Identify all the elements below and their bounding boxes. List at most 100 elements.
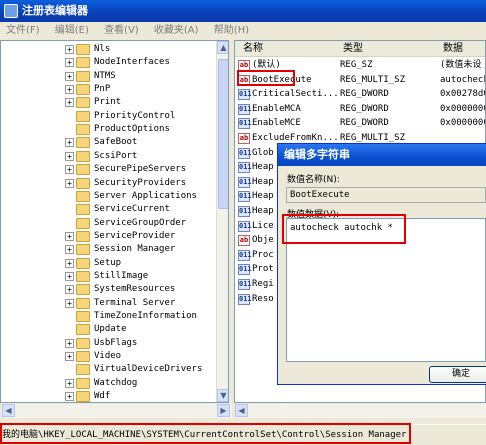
dialog-title[interactable]: 编辑多字符串 <box>278 144 486 166</box>
tree-item[interactable]: + Video <box>1 350 215 363</box>
value-name: EnableMCA <box>252 103 301 114</box>
menu-edit[interactable]: 编辑(E) <box>55 22 89 39</box>
expand-icon[interactable]: + <box>65 338 74 348</box>
tree-item[interactable]: + UsbFlags <box>1 337 215 350</box>
expand-icon[interactable]: + <box>65 271 74 281</box>
tree-item-label: SystemResources <box>94 284 176 295</box>
tree-item-label: ServiceGroupOrder <box>94 217 187 228</box>
expand-icon[interactable]: + <box>65 258 74 268</box>
scroll-left-button[interactable]: ◀ <box>2 404 15 417</box>
tree-item[interactable]: ProductOptions <box>1 123 215 136</box>
tree-item[interactable]: + NTMS <box>1 70 215 83</box>
menu-file[interactable]: 文件(F) <box>6 22 40 39</box>
scroll-up-button[interactable]: ▲ <box>217 41 228 54</box>
tree-item[interactable]: Server Applications <box>1 190 215 203</box>
binary-value-icon: 011 <box>238 279 252 290</box>
expand-icon[interactable]: + <box>65 98 74 108</box>
expand-icon[interactable]: + <box>65 245 74 255</box>
title-bar[interactable]: 注册表编辑器 <box>0 0 486 22</box>
menu-favorites[interactable]: 收藏夹(A) <box>154 22 199 39</box>
expand-icon[interactable]: + <box>65 165 74 175</box>
expand-icon[interactable]: + <box>65 298 74 308</box>
tree-item[interactable]: + SystemResources <box>1 283 215 296</box>
folder-icon <box>76 311 90 322</box>
tree-item[interactable]: + Nls <box>1 43 215 56</box>
tree-item[interactable]: ServiceCurrent <box>1 203 215 216</box>
value-data: autocheck <box>440 74 486 85</box>
expand-icon[interactable]: + <box>65 85 74 95</box>
tree-horizontal-scrollbar[interactable]: ◀ ▶ <box>2 404 232 418</box>
value-row[interactable]: 011 EnableMCA REG_DWORD 0x0000000 <box>235 102 485 117</box>
expand-icon[interactable]: + <box>65 138 74 148</box>
key-tree-pane[interactable]: + Nls + NodeInterfaces + NTMS + PnP + Print Priori… <box>0 40 229 403</box>
folder-icon <box>76 124 90 136</box>
string-value-icon: ab <box>238 133 250 144</box>
value-name: Lice <box>252 220 274 231</box>
expand-icon[interactable]: + <box>65 231 74 241</box>
tree-item[interactable]: + Setup <box>1 257 215 270</box>
folder-icon <box>76 391 90 402</box>
list-horizontal-scrollbar[interactable]: ◀ <box>235 404 486 418</box>
tree-item-label: Video <box>94 351 122 362</box>
tree-item[interactable]: VirtualDeviceDrivers <box>1 363 215 376</box>
scroll-down-button[interactable]: ▼ <box>217 389 228 402</box>
tree-item-label: StillImage <box>94 270 149 281</box>
tree-item-label: SecurePipeServers <box>94 164 187 175</box>
tree-item[interactable]: + Session Manager <box>1 243 215 256</box>
value-data: 0x0000000 <box>440 118 486 129</box>
tree-item-label: Update <box>94 324 127 335</box>
tree-item[interactable]: ServiceGroupOrder <box>1 217 215 230</box>
scroll-thumb[interactable] <box>218 59 228 209</box>
tree-item[interactable]: TimeZoneInformation <box>1 310 215 323</box>
expand-icon[interactable]: + <box>65 352 74 362</box>
highlight-status-path <box>0 423 411 444</box>
list-scroll-left-button[interactable]: ◀ <box>235 404 248 417</box>
tree-item[interactable]: PriorityControl <box>1 110 215 123</box>
expand-icon[interactable]: + <box>65 285 74 295</box>
expand-icon[interactable]: + <box>65 58 74 68</box>
expand-icon[interactable]: + <box>65 392 74 402</box>
tree-item[interactable]: + SecurityProviders <box>1 177 215 190</box>
column-name[interactable]: 名称 <box>243 41 263 57</box>
ok-button[interactable]: 确定 <box>429 366 486 383</box>
value-row[interactable]: 011 CriticalSecti... REG_DWORD 0x00278d0 <box>235 87 486 102</box>
tree-item[interactable]: + Wdf <box>1 390 215 402</box>
expand-icon[interactable]: + <box>65 45 74 54</box>
expand-icon[interactable]: + <box>65 71 74 81</box>
value-name: Regi <box>252 279 274 289</box>
column-data[interactable]: 数据 <box>443 41 463 57</box>
tree-item[interactable]: + Print <box>1 96 215 109</box>
menu-bar: 文件(F) 编辑(E) 查看(V) 收藏夹(A) 帮助(H) <box>0 22 486 39</box>
value-row[interactable]: 011 EnableMCE REG_DWORD 0x0000000 <box>235 116 486 131</box>
folder-icon <box>76 137 90 149</box>
expand-icon[interactable]: + <box>65 378 74 388</box>
value-name: Heap <box>252 206 274 216</box>
tree-item[interactable]: + Watchdog <box>1 377 215 390</box>
tree-item[interactable]: + StillImage <box>1 270 215 283</box>
tree-item[interactable]: + PnP <box>1 83 215 96</box>
tree-item[interactable]: + ServiceProvider <box>1 230 215 243</box>
value-type: REG_MULTI_SZ <box>340 74 406 85</box>
tree-item[interactable]: + SafeBoot <box>1 136 215 149</box>
folder-icon <box>76 244 90 256</box>
menu-help[interactable]: 帮助(H) <box>214 22 249 39</box>
value-data: 0x00278d0 <box>440 89 486 100</box>
tree-vertical-scrollbar[interactable]: ▲ ▼ <box>216 41 228 402</box>
binary-value-icon: 011 <box>238 176 252 188</box>
menu-view[interactable]: 查看(V) <box>104 22 139 39</box>
tree-item[interactable]: + NodeInterfaces <box>1 56 215 69</box>
folder-icon <box>76 377 90 389</box>
highlight-bootexecute <box>237 70 295 86</box>
tree-item[interactable]: Update <box>1 323 215 336</box>
binary-value-icon: 011 <box>238 118 252 130</box>
expand-icon[interactable]: + <box>65 151 74 161</box>
expand-icon[interactable]: + <box>65 178 74 188</box>
tree-item[interactable]: + Terminal Server <box>1 297 215 310</box>
scroll-right-button[interactable]: ▶ <box>217 404 230 417</box>
column-type[interactable]: 类型 <box>343 41 363 57</box>
tree-item[interactable]: + ScsiPort <box>1 150 215 163</box>
value-name-label: 数值名称(N): <box>287 175 340 185</box>
tree-item[interactable]: + SecurePipeServers <box>1 163 215 176</box>
tree-item-label: Wdf <box>94 391 111 402</box>
tree-item-label: Terminal Server <box>94 297 176 308</box>
